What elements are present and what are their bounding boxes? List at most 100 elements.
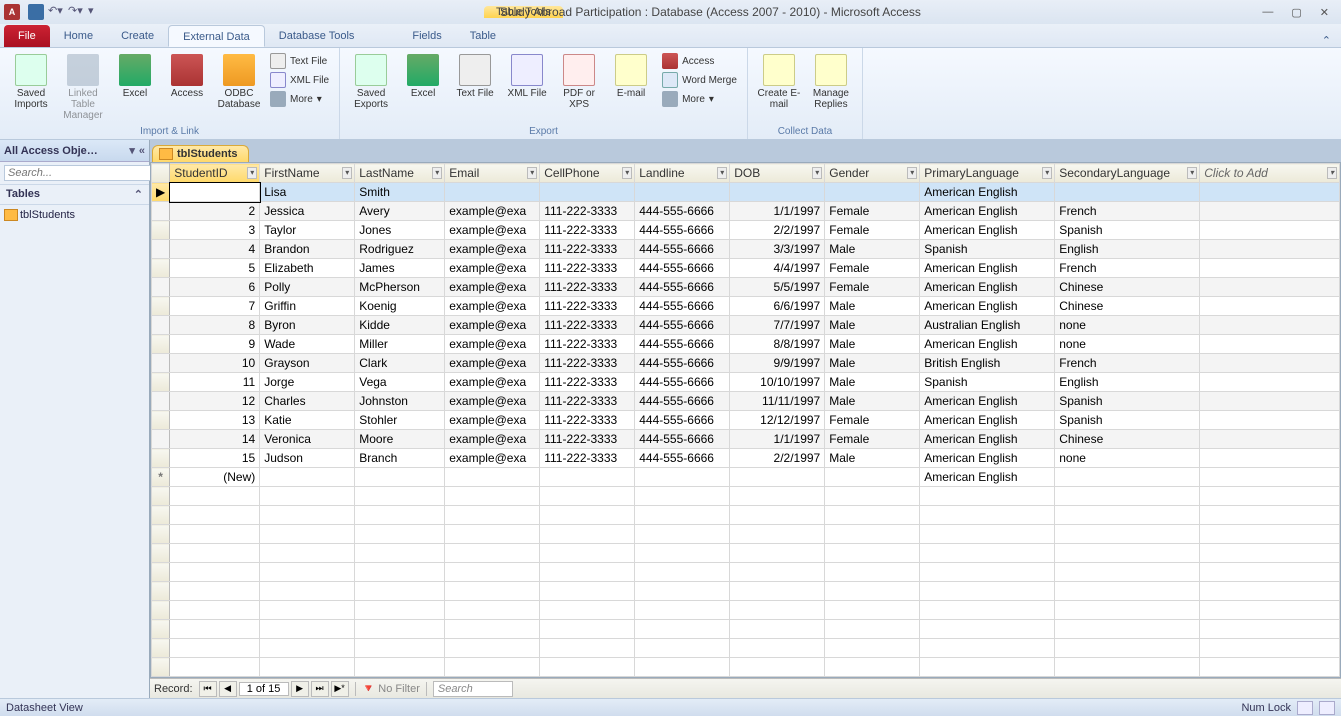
tab-external-data[interactable]: External Data bbox=[168, 25, 265, 47]
cell-email[interactable]: example@exa bbox=[445, 373, 540, 392]
cell-dob[interactable] bbox=[730, 183, 825, 202]
cell-primarylanguage[interactable]: American English bbox=[920, 392, 1055, 411]
cell-studentid[interactable]: 3 bbox=[170, 221, 260, 240]
cell-primarylanguage[interactable]: British English bbox=[920, 354, 1055, 373]
cell-studentid[interactable]: 4 bbox=[170, 240, 260, 259]
cell-primarylanguage[interactable]: American English bbox=[920, 468, 1055, 487]
cell-empty[interactable] bbox=[1200, 202, 1340, 221]
table-row[interactable]: 14VeronicaMooreexample@exa111-222-333344… bbox=[152, 430, 1340, 449]
column-header-secondarylanguage[interactable]: SecondaryLanguage▾ bbox=[1055, 164, 1200, 183]
cell-secondarylanguage[interactable]: Spanish bbox=[1055, 221, 1200, 240]
cell-landline[interactable]: 444-555-6666 bbox=[635, 240, 730, 259]
cell-empty[interactable] bbox=[1200, 183, 1340, 202]
saved-imports-button[interactable]: Saved Imports bbox=[6, 50, 56, 124]
column-filter-icon[interactable]: ▾ bbox=[247, 167, 257, 179]
cell-dob[interactable]: 5/5/1997 bbox=[730, 278, 825, 297]
cell-studentid[interactable]: 7 bbox=[170, 297, 260, 316]
cell-email[interactable]: example@exa bbox=[445, 221, 540, 240]
cell-email[interactable]: example@exa bbox=[445, 259, 540, 278]
table-row[interactable]: 8ByronKiddeexample@exa111-222-3333444-55… bbox=[152, 316, 1340, 335]
column-filter-icon[interactable]: ▾ bbox=[1042, 167, 1052, 179]
nav-pane-header[interactable]: All Access Obje… ▾ « bbox=[0, 140, 149, 162]
cell-gender[interactable]: Female bbox=[825, 259, 920, 278]
row-selector[interactable] bbox=[152, 411, 170, 430]
cell-cellphone[interactable]: 111-222-3333 bbox=[540, 259, 635, 278]
cell-gender[interactable]: Female bbox=[825, 411, 920, 430]
cell-lastname[interactable]: Stohler bbox=[355, 411, 445, 430]
nav-item-tblstudents[interactable]: tblStudents bbox=[0, 205, 149, 225]
export-xml-file-button[interactable]: XML File bbox=[502, 50, 552, 124]
row-selector[interactable] bbox=[152, 373, 170, 392]
cell-empty[interactable] bbox=[1200, 221, 1340, 240]
cell-dob[interactable]: 1/1/1997 bbox=[730, 430, 825, 449]
cell-landline[interactable]: 444-555-6666 bbox=[635, 373, 730, 392]
cell-lastname[interactable] bbox=[355, 468, 445, 487]
column-filter-icon[interactable]: ▾ bbox=[1187, 167, 1197, 179]
cell-dob[interactable]: 10/10/1997 bbox=[730, 373, 825, 392]
table-row[interactable]: 5ElizabethJamesexample@exa111-222-333344… bbox=[152, 259, 1340, 278]
export-more-button[interactable]: More ▾ bbox=[658, 90, 741, 108]
cell-studentid[interactable]: 6 bbox=[170, 278, 260, 297]
tab-fields[interactable]: Fields bbox=[398, 25, 455, 47]
minimize-icon[interactable]: ― bbox=[1262, 6, 1273, 19]
cell-landline[interactable]: 444-555-6666 bbox=[635, 449, 730, 468]
tab-table[interactable]: Table bbox=[456, 25, 510, 47]
cell-primarylanguage[interactable]: American English bbox=[920, 278, 1055, 297]
column-filter-icon[interactable]: ▾ bbox=[432, 167, 442, 179]
qat-dropdown-icon[interactable]: ▾ bbox=[88, 4, 104, 20]
import-excel-button[interactable]: Excel bbox=[110, 50, 160, 124]
cell-landline[interactable]: 444-555-6666 bbox=[635, 335, 730, 354]
datasheet-grid[interactable]: StudentID▾FirstName▾LastName▾Email▾CellP… bbox=[150, 162, 1341, 678]
column-header-lastname[interactable]: LastName▾ bbox=[355, 164, 445, 183]
cell-primarylanguage[interactable]: Spanish bbox=[920, 373, 1055, 392]
redo-icon[interactable]: ↷▾ bbox=[68, 4, 84, 20]
cell-empty[interactable] bbox=[1200, 335, 1340, 354]
table-row[interactable]: 13KatieStohlerexample@exa111-222-3333444… bbox=[152, 411, 1340, 430]
cell-studentid[interactable] bbox=[170, 183, 260, 202]
save-icon[interactable] bbox=[28, 4, 44, 20]
cell-cellphone[interactable]: 111-222-3333 bbox=[540, 392, 635, 411]
cell-firstname[interactable]: Charles bbox=[260, 392, 355, 411]
cell-secondarylanguage[interactable]: Chinese bbox=[1055, 297, 1200, 316]
row-selector[interactable] bbox=[152, 392, 170, 411]
cell-gender[interactable]: Male bbox=[825, 297, 920, 316]
cell-landline[interactable]: 444-555-6666 bbox=[635, 354, 730, 373]
cell-gender[interactable]: Male bbox=[825, 354, 920, 373]
filter-indicator[interactable]: 🔻 No Filter bbox=[362, 682, 420, 695]
import-xml-file-button[interactable]: XML File bbox=[266, 71, 333, 89]
design-view-button[interactable] bbox=[1319, 701, 1335, 715]
cell-landline[interactable]: 444-555-6666 bbox=[635, 202, 730, 221]
cell-email[interactable]: example@exa bbox=[445, 316, 540, 335]
cell-lastname[interactable]: James bbox=[355, 259, 445, 278]
cell-firstname[interactable]: Polly bbox=[260, 278, 355, 297]
record-search-input[interactable]: Search bbox=[433, 681, 513, 697]
cell-studentid[interactable]: 11 bbox=[170, 373, 260, 392]
row-selector[interactable] bbox=[152, 430, 170, 449]
cell-dob[interactable]: 2/2/1997 bbox=[730, 449, 825, 468]
table-row[interactable]: 12CharlesJohnstonexample@exa111-222-3333… bbox=[152, 392, 1340, 411]
tab-create[interactable]: Create bbox=[107, 25, 168, 47]
cell-secondarylanguage[interactable]: Spanish bbox=[1055, 392, 1200, 411]
cell-empty[interactable] bbox=[1200, 297, 1340, 316]
cell-cellphone[interactable] bbox=[540, 468, 635, 487]
column-header-landline[interactable]: Landline▾ bbox=[635, 164, 730, 183]
column-header-gender[interactable]: Gender▾ bbox=[825, 164, 920, 183]
row-selector[interactable] bbox=[152, 259, 170, 278]
row-selector[interactable] bbox=[152, 449, 170, 468]
row-selector[interactable] bbox=[152, 297, 170, 316]
table-row[interactable]: 7GriffinKoenigexample@exa111-222-3333444… bbox=[152, 297, 1340, 316]
cell-cellphone[interactable]: 111-222-3333 bbox=[540, 278, 635, 297]
cell-secondarylanguage[interactable]: none bbox=[1055, 316, 1200, 335]
cell-landline[interactable]: 444-555-6666 bbox=[635, 259, 730, 278]
export-text-file-button[interactable]: Text File bbox=[450, 50, 500, 124]
cell-dob[interactable]: 11/11/1997 bbox=[730, 392, 825, 411]
cell-lastname[interactable]: Johnston bbox=[355, 392, 445, 411]
table-row[interactable]: 6PollyMcPhersonexample@exa111-222-333344… bbox=[152, 278, 1340, 297]
cell-email[interactable]: example@exa bbox=[445, 202, 540, 221]
cell-dob[interactable]: 1/1/1997 bbox=[730, 202, 825, 221]
table-row[interactable]: 4BrandonRodriguezexample@exa111-222-3333… bbox=[152, 240, 1340, 259]
datasheet-view-button[interactable] bbox=[1297, 701, 1313, 715]
export-email-button[interactable]: E-mail bbox=[606, 50, 656, 124]
cell-studentid[interactable]: 14 bbox=[170, 430, 260, 449]
cell-studentid[interactable]: 10 bbox=[170, 354, 260, 373]
